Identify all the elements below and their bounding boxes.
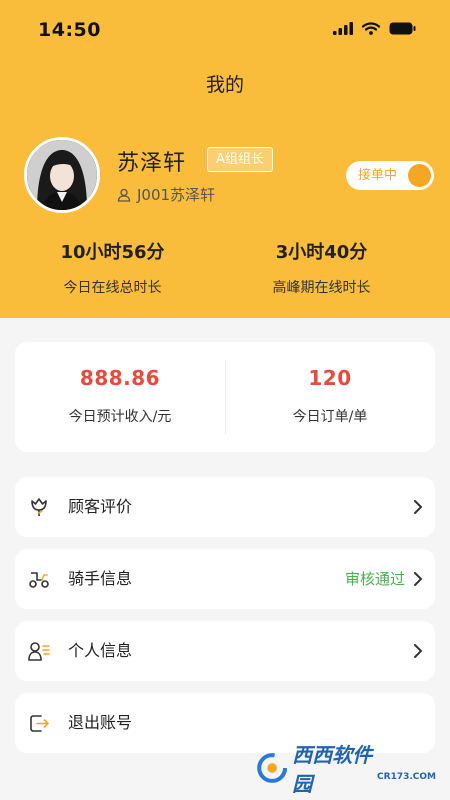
menu-label: 顾客评价 xyxy=(68,497,133,516)
income-summary: 888.86 今日预计收入/元 xyxy=(15,366,225,426)
menu-label: 个人信息 xyxy=(68,641,133,660)
orders-label: 今日订单/单 xyxy=(292,409,368,425)
stat-value: 3小时40分 xyxy=(275,242,368,263)
status-time: 14:50 xyxy=(38,19,101,41)
person-list-icon xyxy=(28,642,50,661)
profile-header: 14:50 我的 苏泽轩 A组组长 J001苏泽轩 接单中 10小时56分 今日… xyxy=(0,0,450,318)
user-name: 苏泽轩 xyxy=(117,151,187,176)
role-badge: A组组长 xyxy=(207,147,273,172)
stat-label: 今日在线总时长 xyxy=(63,280,162,296)
watermark-sub: CR173.COM xyxy=(377,772,436,782)
income-value: 888.86 xyxy=(79,366,161,390)
battery-icon xyxy=(389,22,416,35)
signal-icon xyxy=(333,22,353,35)
watermark: 西西软件园 CR173.COM xyxy=(256,743,436,796)
wifi-icon xyxy=(362,22,380,35)
peak-online-stat: 3小时40分 高峰期在线时长 xyxy=(209,238,434,297)
menu-label: 退出账号 xyxy=(68,713,133,732)
review-status: 审核通过 xyxy=(344,570,405,588)
scooter-icon xyxy=(29,572,49,588)
orders-summary: 120 今日订单/单 xyxy=(225,366,435,426)
watermark-logo-icon xyxy=(257,753,288,783)
orders-value: 120 xyxy=(308,366,352,390)
page-title: 我的 xyxy=(205,74,244,96)
chevron-right-icon xyxy=(414,572,422,586)
user-id-row: J001苏泽轩 xyxy=(117,184,215,205)
menu-item-personal-info[interactable]: 个人信息 xyxy=(15,621,435,681)
toggle-knob xyxy=(408,164,431,187)
menu-label: 骑手信息 xyxy=(68,569,133,588)
chevron-right-icon xyxy=(414,500,422,514)
income-label: 今日预计收入/元 xyxy=(68,409,172,425)
order-toggle[interactable]: 接单中 xyxy=(346,161,434,190)
status-icons xyxy=(333,22,416,35)
watermark-text: 西西软件园 xyxy=(292,743,373,796)
chevron-right-icon xyxy=(414,644,422,658)
menu-item-rider-info[interactable]: 骑手信息 审核通过 xyxy=(15,549,435,609)
flower-icon xyxy=(31,498,47,516)
logout-icon xyxy=(30,715,49,732)
menu-item-customer-reviews[interactable]: 顾客评价 xyxy=(15,477,435,537)
order-toggle-label: 接单中 xyxy=(358,168,398,183)
summary-card: 888.86 今日预计收入/元 120 今日订单/单 xyxy=(15,342,435,452)
user-icon xyxy=(117,188,131,202)
user-id: J001苏泽轩 xyxy=(137,186,216,204)
stat-value: 10小时56分 xyxy=(60,242,165,263)
stat-label: 高峰期在线时长 xyxy=(272,280,371,296)
online-total-stat: 10小时56分 今日在线总时长 xyxy=(0,238,225,297)
avatar[interactable] xyxy=(24,137,100,213)
